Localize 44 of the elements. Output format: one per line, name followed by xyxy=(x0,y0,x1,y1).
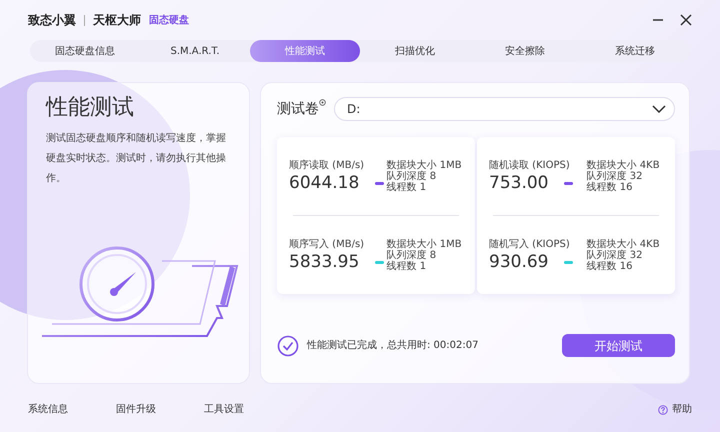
metric-name: 顺序读取 (MB/s) xyxy=(289,158,366,174)
tab[interactable]: 系统迁移 xyxy=(580,40,690,62)
test-parameter: 数据块大小 1MB xyxy=(386,160,463,170)
help-link[interactable]: 帮助 xyxy=(672,402,692,417)
start-test-button[interactable]: 开始测试 xyxy=(562,334,675,357)
test-parameter: 数据块大小 4KB xyxy=(586,238,661,250)
test-parameter: 数据块大小 4KB xyxy=(586,160,661,170)
tab[interactable]: 固态硬盘信息 xyxy=(30,40,140,62)
footer-link[interactable]: 工具设置 xyxy=(204,402,244,417)
panel-description: 测试固态硬盘顺序和随机读写速度，掌握硬盘实时状态。测试时，请勿执行其他操作。 xyxy=(46,132,227,186)
volume-label: 测试卷 xyxy=(277,100,319,118)
metric-value: 6044.18 xyxy=(289,173,360,194)
dropdown-value: D: xyxy=(347,101,360,118)
footer-link[interactable]: 系统信息 xyxy=(28,402,68,417)
tab[interactable]: S.M.A.R.T. xyxy=(140,40,250,62)
help-icon[interactable] xyxy=(658,404,668,414)
volume-dropdown[interactable]: D: xyxy=(334,97,675,121)
info-icon[interactable] xyxy=(319,98,326,106)
brand-name: 致态小翼 xyxy=(28,12,76,29)
tab[interactable]: 安全擦除 xyxy=(470,40,580,62)
close-icon[interactable] xyxy=(680,14,692,26)
tab[interactable]: 扫描优化 xyxy=(360,40,470,62)
footer-link[interactable]: 固件升级 xyxy=(116,402,156,417)
test-parameter: 线程数 16 xyxy=(586,260,634,272)
tab[interactable]: 性能测试 xyxy=(250,40,360,62)
metric-name: 顺序写入 (MB/s) xyxy=(289,238,366,252)
metric-value: 930.69 xyxy=(489,252,548,273)
test-parameter: 线程数 1 xyxy=(386,182,428,192)
product-name: 天枢大师 xyxy=(93,12,141,29)
test-parameter: 队列深度 32 xyxy=(586,170,644,182)
metric-value: 753.00 xyxy=(489,173,548,194)
status-text: 性能测试已完成，总共用时: 00:02:07 xyxy=(307,338,478,353)
metric-name: 随机写入 (KIOPS) xyxy=(489,238,571,252)
test-parameter: 队列深度 8 xyxy=(386,250,438,260)
test-parameter: 线程数 16 xyxy=(586,182,634,192)
test-parameter: 队列深度 32 xyxy=(586,250,644,260)
metric-name: 随机读取 (KIOPS) xyxy=(489,158,571,174)
panel-title: 性能测试 xyxy=(46,95,135,122)
product-tag: 固态硬盘 xyxy=(149,12,189,28)
test-parameter: 队列深度 8 xyxy=(386,170,438,182)
chevron-down-icon xyxy=(652,105,666,113)
test-parameter: 线程数 1 xyxy=(386,260,428,272)
test-parameter: 数据块大小 1MB xyxy=(386,238,463,250)
metric-value: 5833.95 xyxy=(289,252,360,273)
